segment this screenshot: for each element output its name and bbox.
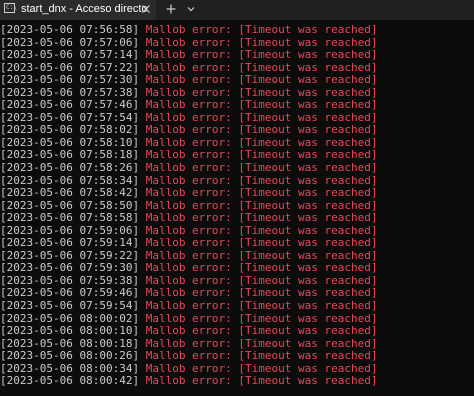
error-message: Mallob error: [Timeout was reached]: [139, 161, 378, 175]
close-icon[interactable]: [139, 2, 153, 16]
log-timestamp: [2023-05-06 08:00:34]: [0, 361, 140, 375]
error-message: Mallob error: [Timeout was reached]: [139, 135, 378, 149]
error-message: Mallob error: [Timeout was reached]: [139, 349, 378, 363]
error-message: Mallob error: [Timeout was reached]: [139, 261, 378, 275]
log-timestamp: [2023-05-06 08:00:42]: [0, 374, 140, 388]
terminal-window: C:\ start_dnx - Acceso directo [2023-05-…: [0, 0, 474, 396]
log-timestamp: [2023-05-06 07:57:06]: [0, 35, 140, 49]
log-timestamp: [2023-05-06 07:59:38]: [0, 273, 140, 287]
log-timestamp: [2023-05-06 07:59:22]: [0, 248, 140, 262]
error-message: Mallob error: [Timeout was reached]: [139, 148, 378, 162]
log-timestamp: [2023-05-06 07:59:54]: [0, 299, 140, 313]
error-message: Mallob error: [Timeout was reached]: [139, 73, 378, 87]
log-timestamp: [2023-05-06 07:57:14]: [0, 48, 140, 62]
error-message: Mallob error: [Timeout was reached]: [139, 198, 378, 212]
log-timestamp: [2023-05-06 07:56:58]: [0, 23, 140, 36]
error-message: Mallob error: [Timeout was reached]: [139, 273, 378, 287]
error-message: Mallob error: [Timeout was reached]: [139, 286, 378, 300]
log-timestamp: [2023-05-06 07:59:14]: [0, 236, 140, 250]
error-message: Mallob error: [Timeout was reached]: [139, 23, 378, 36]
error-message: Mallob error: [Timeout was reached]: [139, 311, 378, 325]
tab-bar: C:\ start_dnx - Acceso directo: [0, 0, 474, 20]
chevron-down-icon[interactable]: [184, 2, 198, 16]
tab-title: start_dnx - Acceso directo: [21, 3, 148, 15]
error-message: Mallob error: [Timeout was reached]: [139, 60, 378, 74]
log-timestamp: [2023-05-06 07:57:30]: [0, 73, 140, 87]
error-message: Mallob error: [Timeout was reached]: [139, 248, 378, 262]
error-message: Mallob error: [Timeout was reached]: [139, 173, 378, 187]
error-message: Mallob error: [Timeout was reached]: [139, 98, 378, 112]
log-timestamp: [2023-05-06 07:57:22]: [0, 60, 140, 74]
log-timestamp: [2023-05-06 07:58:42]: [0, 186, 140, 200]
error-message: Mallob error: [Timeout was reached]: [139, 236, 378, 250]
log-timestamp: [2023-05-06 07:59:06]: [0, 223, 140, 237]
log-timestamp: [2023-05-06 07:58:58]: [0, 211, 140, 225]
log-timestamp: [2023-05-06 08:00:18]: [0, 336, 140, 350]
log-timestamp: [2023-05-06 07:58:34]: [0, 173, 140, 187]
log-timestamp: [2023-05-06 07:58:10]: [0, 135, 140, 149]
log-timestamp: [2023-05-06 08:00:10]: [0, 324, 140, 338]
terminal-line: [2023-05-06 08:00:42] Mallob error: [Tim…: [0, 375, 474, 388]
error-message: Mallob error: [Timeout was reached]: [139, 110, 378, 124]
error-message: Mallob error: [Timeout was reached]: [139, 48, 378, 62]
error-message: Mallob error: [Timeout was reached]: [139, 186, 378, 200]
log-timestamp: [2023-05-06 07:58:50]: [0, 198, 140, 212]
log-timestamp: [2023-05-06 07:59:30]: [0, 261, 140, 275]
log-timestamp: [2023-05-06 07:58:18]: [0, 148, 140, 162]
terminal-output[interactable]: [2023-05-06 07:56:58] Mallob error: [Tim…: [0, 23, 474, 396]
error-message: Mallob error: [Timeout was reached]: [139, 361, 378, 375]
error-message: Mallob error: [Timeout was reached]: [139, 223, 378, 237]
log-timestamp: [2023-05-06 08:00:02]: [0, 311, 140, 325]
log-timestamp: [2023-05-06 08:00:26]: [0, 349, 140, 363]
error-message: Mallob error: [Timeout was reached]: [139, 85, 378, 99]
error-message: Mallob error: [Timeout was reached]: [139, 123, 378, 137]
error-message: Mallob error: [Timeout was reached]: [139, 336, 378, 350]
terminal-icon: C:\: [4, 3, 17, 13]
error-message: Mallob error: [Timeout was reached]: [139, 35, 378, 49]
error-message: Mallob error: [Timeout was reached]: [139, 374, 378, 388]
log-timestamp: [2023-05-06 07:59:46]: [0, 286, 140, 300]
plus-icon[interactable]: [164, 2, 178, 16]
error-message: Mallob error: [Timeout was reached]: [139, 299, 378, 313]
log-timestamp: [2023-05-06 07:57:38]: [0, 85, 140, 99]
error-message: Mallob error: [Timeout was reached]: [139, 324, 378, 338]
error-message: Mallob error: [Timeout was reached]: [139, 211, 378, 225]
tab-start-dnx[interactable]: C:\ start_dnx - Acceso directo: [0, 0, 156, 20]
log-timestamp: [2023-05-06 07:58:26]: [0, 161, 140, 175]
log-timestamp: [2023-05-06 07:57:46]: [0, 98, 140, 112]
log-timestamp: [2023-05-06 07:58:02]: [0, 123, 140, 137]
log-timestamp: [2023-05-06 07:57:54]: [0, 110, 140, 124]
